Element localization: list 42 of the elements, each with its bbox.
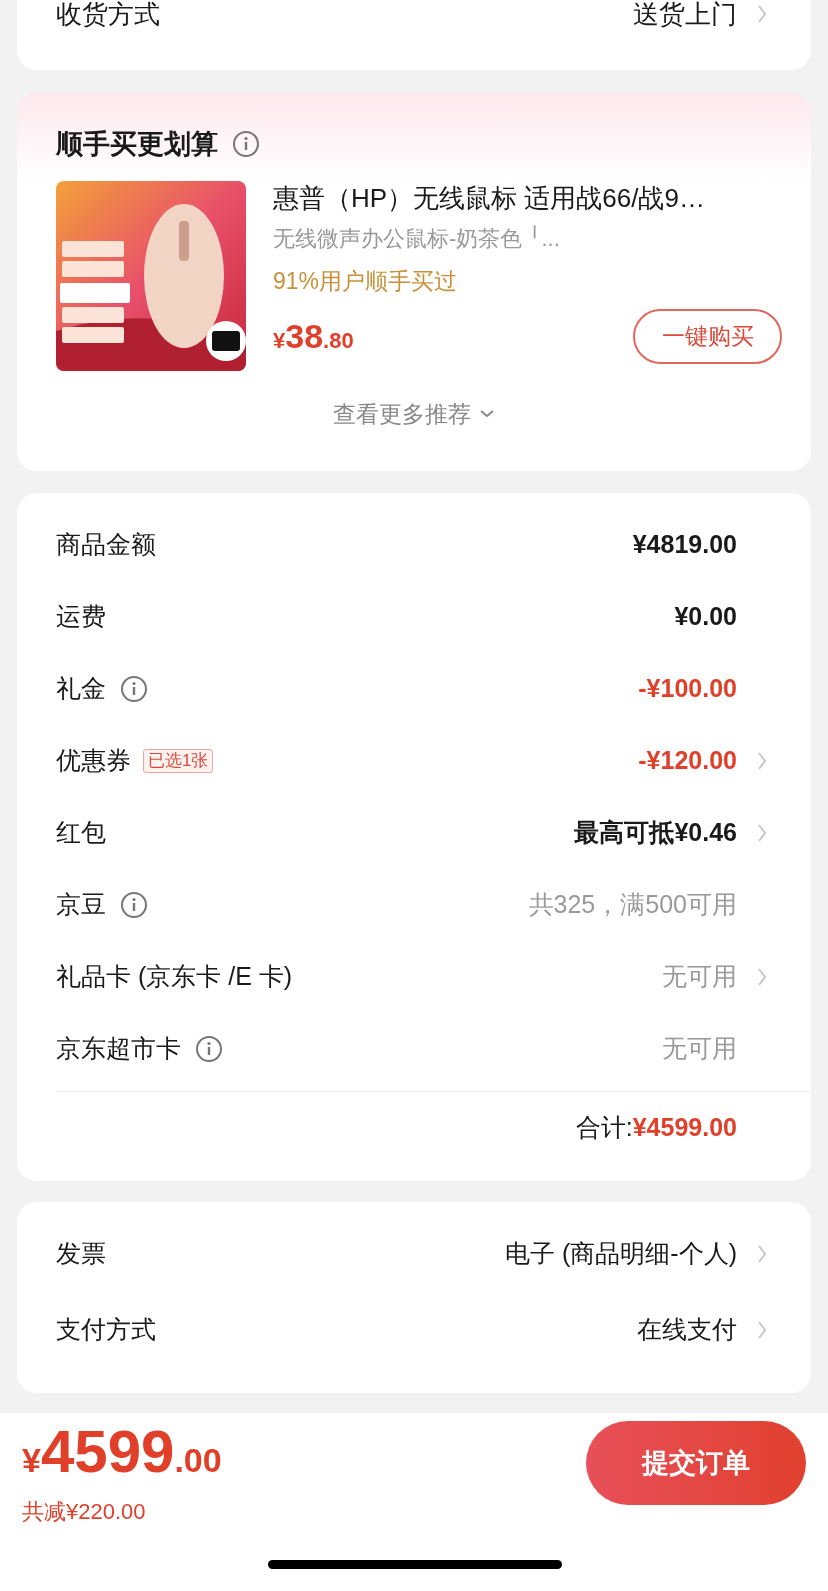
row-value: 共325，满500可用: [528, 889, 737, 921]
row-label: 发票: [56, 1238, 106, 1270]
total-value: ¥4599.00: [632, 1111, 737, 1143]
row-value[interactable]: 最高可抵¥0.46: [574, 814, 737, 852]
selected-badge: 已选1张: [143, 749, 214, 773]
chevron-right-icon: [757, 1244, 767, 1264]
product-price: ¥38.80: [273, 315, 354, 357]
total-label: 合计:: [575, 1111, 633, 1143]
row-value: 无可用: [662, 1033, 737, 1065]
row-value[interactable]: 电子 (商品明细-个人): [505, 1235, 737, 1273]
total-price: ¥4599.00: [22, 1421, 222, 1487]
purchase-note: 91%用户顺手买过: [273, 266, 459, 295]
row-value: -¥100.00: [638, 673, 737, 705]
row-value[interactable]: 送货上门: [633, 0, 737, 28]
row-label: 收货方式: [56, 0, 160, 28]
info-icon[interactable]: [120, 675, 148, 703]
row-label: 京豆: [56, 889, 106, 921]
row-label: 京东超市卡: [56, 1033, 181, 1065]
chevron-down-icon: [479, 408, 495, 419]
row-label: 礼品卡 (京东卡 /E 卡): [56, 961, 293, 993]
savings-text: 共减¥220.00: [22, 1498, 147, 1526]
row-label: 支付方式: [56, 1314, 156, 1346]
buy-now-button[interactable]: 一键购买: [633, 308, 782, 364]
chevron-right-icon: [757, 4, 767, 24]
product-title[interactable]: 惠普（HP）无线鼠标 适用战66/战9…: [273, 180, 772, 215]
chevron-right-icon: [757, 1320, 767, 1340]
row-label: 优惠券: [56, 745, 131, 777]
info-icon[interactable]: [195, 1035, 223, 1063]
row-label: 商品金额: [56, 529, 156, 561]
product-spec: 无线微声办公鼠标-奶茶色 ╵...: [273, 224, 561, 253]
submit-order-button[interactable]: 提交订单: [586, 1421, 806, 1505]
section-title: 顺手买更划算: [56, 128, 218, 161]
row-value[interactable]: -¥120.00: [638, 742, 737, 780]
more-link[interactable]: 查看更多推荐: [333, 396, 495, 431]
row-value[interactable]: 在线支付: [637, 1311, 737, 1349]
row-label: 运费: [56, 601, 106, 633]
info-icon[interactable]: [232, 130, 260, 159]
row-value: ¥0.00: [674, 601, 737, 633]
row-label: 红包: [56, 817, 106, 849]
row-label: 礼金: [56, 673, 106, 705]
info-icon[interactable]: [120, 891, 148, 919]
row-value: ¥4819.00: [632, 529, 737, 561]
